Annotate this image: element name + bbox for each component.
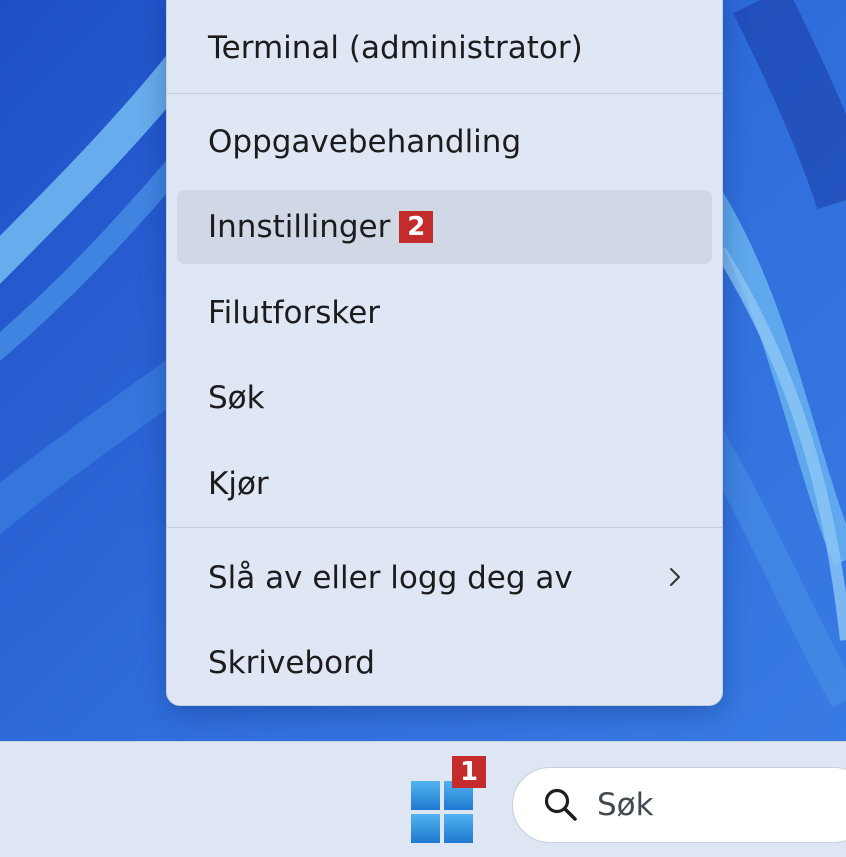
menu-separator xyxy=(167,527,722,528)
taskbar: 1 Søk xyxy=(0,741,846,857)
menu-item-label: Kjør xyxy=(208,466,269,502)
menu-item-label: Terminal (administrator) xyxy=(208,30,583,66)
callout-badge: 2 xyxy=(399,211,434,243)
menu-separator xyxy=(167,93,722,94)
menu-item-desktop[interactable]: Skrivebord xyxy=(177,626,712,700)
windows-logo-icon xyxy=(411,781,473,843)
callout-badge: 1 xyxy=(452,756,486,788)
menu-item-label: Skrivebord xyxy=(208,645,375,681)
menu-item-task-manager[interactable]: Oppgavebehandling xyxy=(177,105,712,179)
menu-item-label: Slå av eller logg deg av xyxy=(208,560,573,596)
menu-item-file-explorer[interactable]: Filutforsker xyxy=(177,276,712,350)
menu-item-search[interactable]: Søk xyxy=(177,361,712,435)
menu-item-label: Filutforsker xyxy=(208,295,381,331)
menu-item-label: Søk xyxy=(208,380,265,416)
menu-item-label: Oppgavebehandling xyxy=(208,124,522,160)
menu-item-label: Innstillinger xyxy=(208,209,391,245)
chevron-right-icon xyxy=(670,568,680,586)
taskbar-search-box[interactable]: Søk xyxy=(512,767,846,843)
menu-item-run[interactable]: Kjør xyxy=(177,447,712,521)
start-context-menu: Terminal (administrator) Oppgavebehandli… xyxy=(166,0,723,706)
menu-item-shutdown-signout[interactable]: Slå av eller logg deg av xyxy=(177,541,712,615)
search-icon xyxy=(544,788,577,821)
menu-item-terminal-admin[interactable]: Terminal (administrator) xyxy=(177,11,712,85)
menu-item-settings[interactable]: Innstillinger 2 xyxy=(177,190,712,264)
search-placeholder: Søk xyxy=(597,787,654,823)
